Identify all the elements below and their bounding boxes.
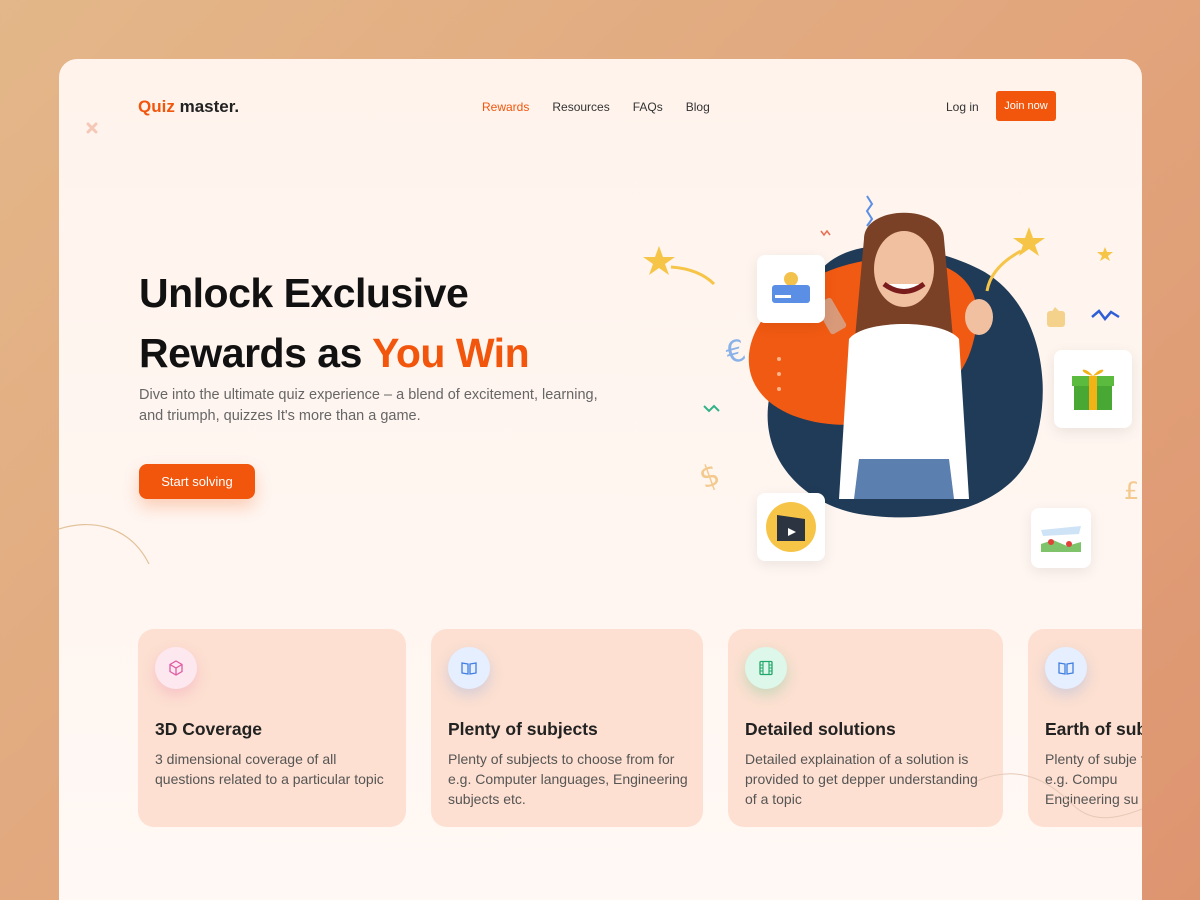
feature-desc: Detailed explaination of a solution is p… bbox=[745, 751, 978, 807]
svg-text:$: $ bbox=[695, 457, 725, 496]
swirl-decoration bbox=[59, 523, 150, 565]
logo-accent: Quiz bbox=[138, 97, 175, 116]
nav-blog[interactable]: Blog bbox=[686, 100, 710, 114]
join-button[interactable]: Join now bbox=[996, 91, 1056, 121]
book-icon bbox=[448, 647, 490, 689]
logo-rest: master. bbox=[179, 97, 240, 116]
cross-decoration bbox=[86, 122, 98, 134]
main-nav: Rewards Resources FAQs Blog bbox=[482, 100, 710, 114]
feature-title: 3D Coverage bbox=[155, 719, 262, 739]
nav-resources[interactable]: Resources bbox=[552, 100, 609, 114]
hero-title-accent: You Win bbox=[372, 330, 530, 376]
feature-title: Plenty of subjects bbox=[448, 719, 598, 739]
svg-text:€: € bbox=[722, 333, 750, 372]
page-card: Quiz master. Rewards Resources FAQs Blog… bbox=[59, 59, 1142, 900]
feature-title: Detailed solutions bbox=[745, 719, 896, 739]
feature-desc: 3 dimensional coverage of all questions … bbox=[155, 751, 384, 787]
hero-title: Unlock Exclusive Rewards as You Win bbox=[139, 263, 530, 383]
feature-card[interactable]: Detailed solutions Detailed explaination… bbox=[728, 629, 1003, 827]
nav-rewards[interactable]: Rewards bbox=[482, 100, 529, 114]
svg-text:£: £ bbox=[1124, 477, 1139, 505]
hero-title-line1: Unlock Exclusive bbox=[139, 270, 469, 316]
nav-faqs[interactable]: FAQs bbox=[633, 100, 663, 114]
decor-symbols: € $ £ bbox=[643, 195, 1139, 505]
feature-card[interactable]: Plenty of subjects Plenty of subjects to… bbox=[431, 629, 703, 827]
hero-illustration: € $ £ bbox=[629, 159, 1142, 568]
hero-title-line2: Rewards as You Win bbox=[139, 323, 530, 383]
hero-title-prefix: Rewards as bbox=[139, 330, 373, 376]
feature-title: Earth of sub bbox=[1045, 719, 1142, 739]
feature-card[interactable]: 3D Coverage 3 dimensional coverage of al… bbox=[138, 629, 406, 827]
start-solving-button[interactable]: Start solving bbox=[139, 464, 255, 499]
login-link[interactable]: Log in bbox=[946, 100, 979, 114]
hero-subtitle: Dive into the ultimate quiz experience –… bbox=[139, 387, 598, 424]
logo[interactable]: Quiz master. bbox=[138, 97, 239, 117]
wave-decoration bbox=[977, 773, 1142, 819]
book-icon bbox=[1045, 647, 1087, 689]
cube-icon bbox=[155, 647, 197, 689]
feature-desc: Plenty of subjects to choose from for e.… bbox=[448, 751, 688, 807]
film-icon bbox=[745, 647, 787, 689]
